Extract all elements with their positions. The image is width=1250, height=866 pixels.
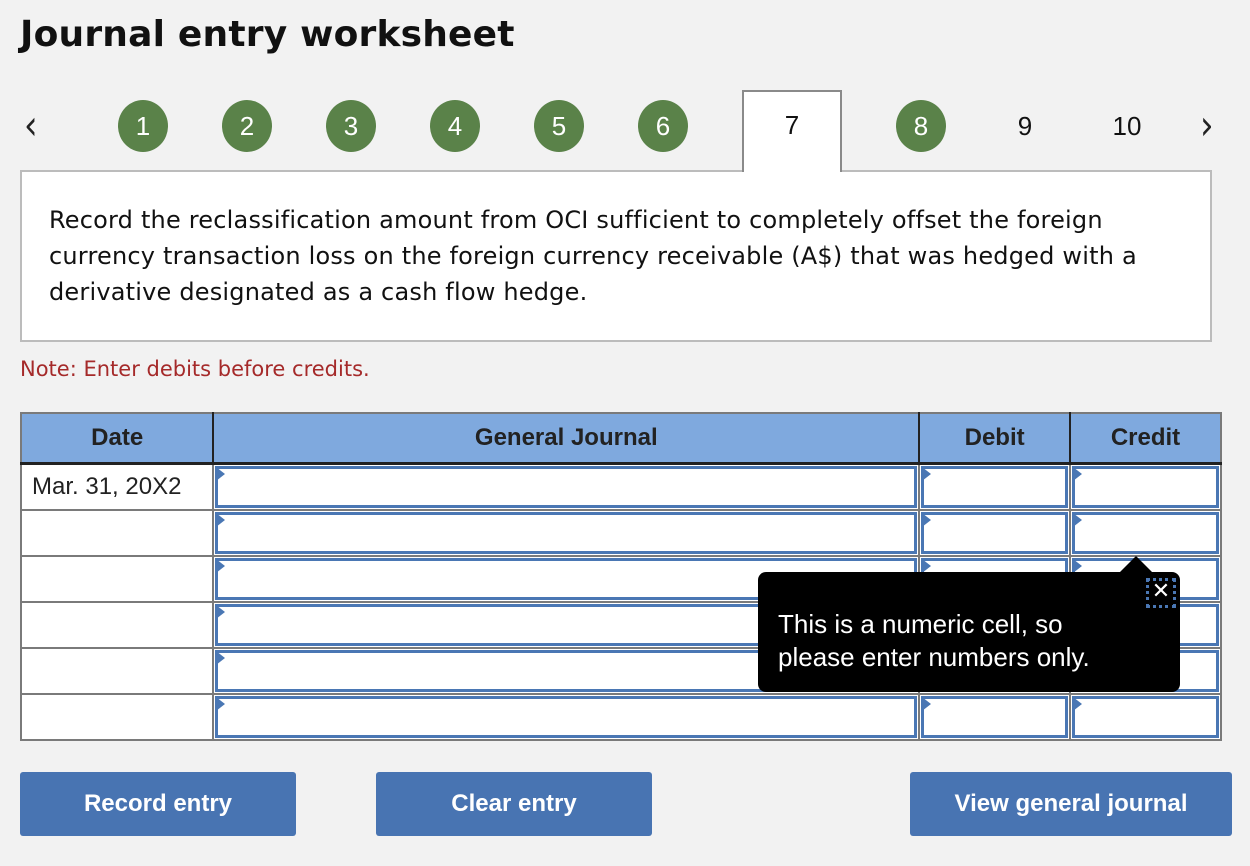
note-text: Note: Enter debits before credits. — [20, 357, 370, 381]
step-9[interactable]: 9 — [1000, 100, 1050, 152]
table-row — [19, 693, 1222, 741]
step-2[interactable]: 2 — [222, 100, 272, 152]
close-icon[interactable]: ✕ — [1146, 578, 1176, 608]
header-credit: Credit — [1070, 413, 1221, 465]
table-row: Mar. 31, 20X2 — [19, 462, 1222, 511]
step-3[interactable]: 3 — [326, 100, 376, 152]
table-row — [19, 509, 1222, 557]
date-cell — [19, 647, 215, 695]
credit-cell[interactable] — [1069, 693, 1222, 741]
account-input[interactable] — [215, 696, 918, 738]
tooltip-message: This is a numeric cell, so please enter … — [778, 608, 1090, 674]
header-date: Date — [21, 413, 215, 465]
step-4[interactable]: 4 — [430, 100, 480, 152]
view-general-journal-button[interactable]: View general journal — [910, 772, 1232, 836]
account-cell[interactable] — [212, 462, 921, 511]
header-debit: Debit — [919, 413, 1072, 465]
debit-cell[interactable] — [918, 462, 1072, 511]
account-input[interactable] — [215, 466, 918, 508]
step-navigation: ‹ 1 2 3 4 5 6 7 8 9 10 › — [0, 90, 1250, 172]
step-8[interactable]: 8 — [896, 100, 946, 152]
tooltip-line-2: please enter numbers only. — [778, 642, 1090, 672]
debit-input[interactable] — [921, 512, 1069, 554]
account-cell[interactable] — [212, 509, 921, 557]
debit-input[interactable] — [921, 696, 1069, 738]
instruction-text: Record the reclassification amount from … — [49, 206, 1137, 306]
step-10[interactable]: 10 — [1102, 100, 1152, 152]
tooltip-line-1: This is a numeric cell, so — [778, 609, 1063, 639]
next-arrow-icon[interactable]: › — [1200, 102, 1214, 150]
clear-entry-button[interactable]: Clear entry — [376, 772, 652, 836]
instruction-box: Record the reclassification amount from … — [20, 170, 1212, 342]
account-cell[interactable] — [212, 693, 921, 741]
header-general-journal: General Journal — [213, 413, 921, 465]
date-cell — [19, 555, 215, 603]
step-5[interactable]: 5 — [534, 100, 584, 152]
date-cell — [19, 693, 215, 741]
debit-input[interactable] — [921, 466, 1069, 508]
step-7-active[interactable]: 7 — [742, 90, 842, 172]
record-entry-button[interactable]: Record entry — [20, 772, 296, 836]
debit-cell[interactable] — [918, 693, 1072, 741]
date-cell — [19, 601, 215, 649]
credit-cell[interactable] — [1069, 462, 1222, 511]
credit-input[interactable] — [1072, 696, 1219, 738]
credit-input[interactable] — [1072, 512, 1219, 554]
table-header-row: Date General Journal Debit Credit — [21, 413, 1221, 465]
date-cell: Mar. 31, 20X2 — [19, 462, 215, 511]
prev-arrow-icon[interactable]: ‹ — [24, 102, 38, 150]
account-input[interactable] — [215, 512, 918, 554]
credit-input[interactable] — [1072, 466, 1219, 508]
step-1[interactable]: 1 — [118, 100, 168, 152]
page-title: Journal entry worksheet — [20, 14, 515, 55]
credit-cell[interactable] — [1069, 509, 1222, 557]
date-cell — [19, 509, 215, 557]
step-6[interactable]: 6 — [638, 100, 688, 152]
debit-cell[interactable] — [918, 509, 1072, 557]
numeric-cell-tooltip: ✕ This is a numeric cell, so please ente… — [758, 556, 1180, 692]
